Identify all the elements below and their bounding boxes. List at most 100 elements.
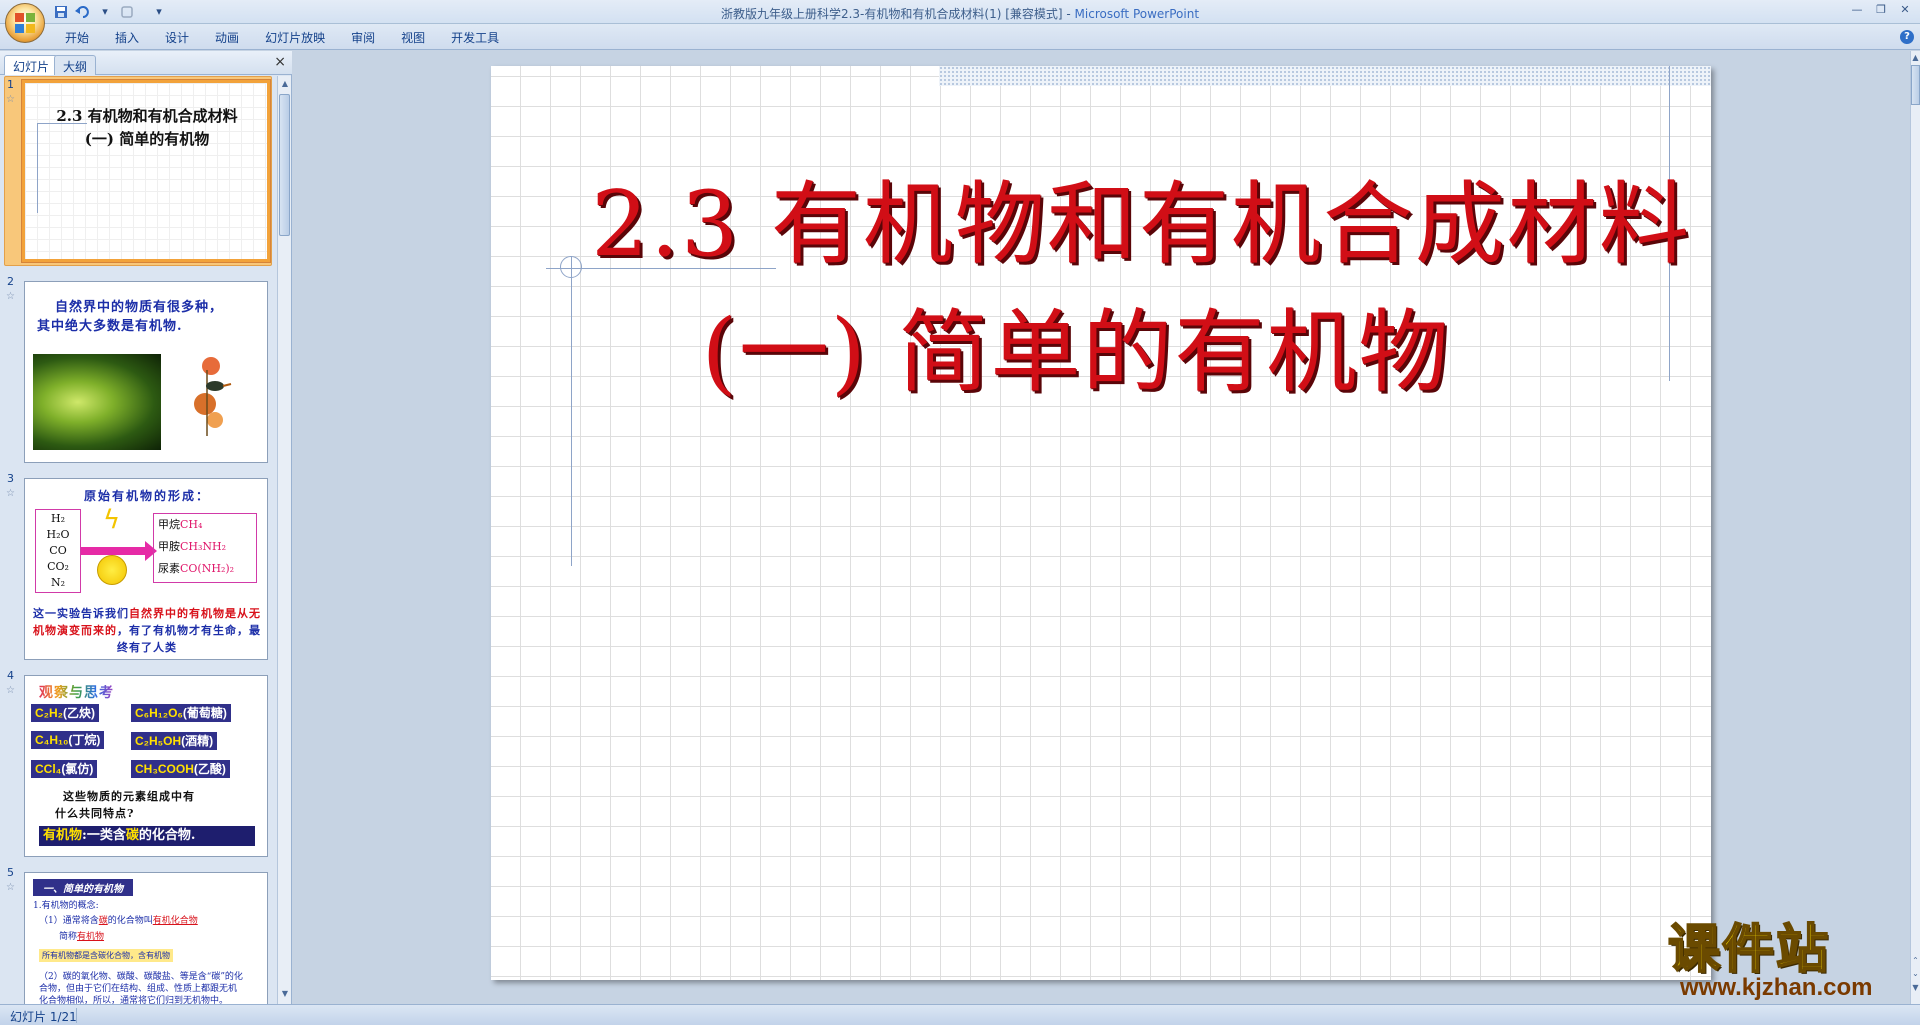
scroll-thumb[interactable] <box>1911 65 1920 105</box>
definition-bar: 有机物:一类含碳的化合物. <box>39 826 255 846</box>
thumbnail-question: 这些物质的元素组成中有 什么共同特点? <box>55 788 255 822</box>
slide-number: 4 <box>7 669 14 682</box>
title-separator: - <box>1062 7 1075 21</box>
status-divider <box>76 1008 77 1023</box>
restore-icon[interactable]: ❐ <box>1870 1 1892 17</box>
window-title: 浙教版九年级上册科学2.3-有机物和有机合成材料(1) [兼容模式] - Mic… <box>0 5 1920 22</box>
line-part: （1）通常将含 <box>39 916 99 926</box>
formula-chip: CH₃COOH(乙酸) <box>131 760 230 778</box>
thumbnail-scrollbar[interactable]: ▲ ▼ <box>277 76 291 1004</box>
chip-formula: CCl₄ <box>35 762 62 776</box>
slide-number: 2 <box>7 275 14 288</box>
scroll-thumb[interactable] <box>279 94 290 236</box>
slide-number: 3 <box>7 472 14 485</box>
formula-chip: C₂H₂(乙炔) <box>31 704 99 722</box>
pane-tabs: 幻灯片 大纲 × <box>0 51 292 75</box>
scroll-down-icon[interactable]: ▼ <box>280 989 290 999</box>
formula-chip: C₆H₁₂O₆(葡萄糖) <box>131 704 231 722</box>
next-slide-icon[interactable]: ⌄ <box>1911 969 1920 978</box>
office-button[interactable] <box>5 3 45 43</box>
scroll-down-icon[interactable]: ▼ <box>1911 983 1920 992</box>
line-part: 简称 <box>59 932 78 942</box>
slide-thumbnail-1[interactable]: 2.3 有机物和有机合成材料 (一) 简单的有机物 <box>22 80 270 262</box>
product-row: 甲烷CH₄ <box>158 514 256 536</box>
minimize-icon[interactable]: — <box>1846 1 1868 17</box>
line-part: 的化合物叫 <box>107 916 153 926</box>
tab-home[interactable]: 开始 <box>52 30 102 48</box>
product-formula: CH₄ <box>180 518 203 531</box>
line-part: 有机化合物 <box>152 916 198 926</box>
slide-number: 1 <box>7 78 14 91</box>
slides-pane: 幻灯片 大纲 × 1 ☆ 2.3 有机物和有机合成材料 (一) 简单的有机物 2… <box>0 51 292 1004</box>
app-name: Microsoft PowerPoint <box>1074 7 1200 21</box>
chip-name: (乙酸) <box>193 762 226 776</box>
scroll-up-icon[interactable]: ▲ <box>280 79 290 89</box>
tab-slide-show[interactable]: 幻灯片放映 <box>252 30 338 48</box>
thumbnail-text-line1: 自然界中的物质有很多种， <box>55 300 224 315</box>
chip-name: (葡萄糖) <box>182 706 227 720</box>
tab-design[interactable]: 设计 <box>152 30 202 48</box>
document-title: 浙教版九年级上册科学2.3-有机物和有机合成材料(1) [兼容模式] <box>720 7 1063 21</box>
thumbnail-line: （1）通常将含碳的化合物叫有机化合物 <box>39 913 198 926</box>
tab-outline[interactable]: 大纲 <box>54 55 97 75</box>
thumbnail-title: 观察与思考 <box>39 682 114 702</box>
ribbon: 开始 插入 设计 动画 幻灯片放映 审阅 视图 开发工具 ? <box>0 24 1920 50</box>
slide-thumbnail-4[interactable]: 观察与思考 C₂H₂(乙炔) C₆H₁₂O₆(葡萄糖) C₄H₁₀(丁烷) C₂… <box>24 675 268 857</box>
chip-formula: C₂H₂ <box>35 706 63 720</box>
product-name: 甲烷 <box>158 518 180 531</box>
transition-star-icon: ☆ <box>6 685 15 696</box>
product-formula: CH₃NH₂ <box>180 540 227 553</box>
thumbnail-text: 自然界中的物质有很多种， 其中绝大多数是有机物. <box>37 298 257 336</box>
decorative-circle <box>560 256 582 278</box>
previous-slide-icon[interactable]: ⌃ <box>1911 956 1920 965</box>
tab-slides[interactable]: 幻灯片 <box>4 55 59 75</box>
slide-thumbnail-3[interactable]: 原始有机物的形成： H₂ H₂O CO CO₂ N₂ ϟ 甲烷CH₄ 甲胺CH₃… <box>24 478 268 660</box>
product-row: 甲胺CH₃NH₂ <box>158 536 256 558</box>
chip-name: (酒精) <box>181 734 214 748</box>
formula-chip: C₂H₅OH(酒精) <box>131 732 218 750</box>
watermark-logo: 课件站 <box>1667 920 1831 980</box>
thumbnail-heading: 一、简单的有机物 <box>33 879 133 896</box>
slide-scrollbar[interactable]: ▲ ⌃ ⌄ ▼ <box>1910 51 1920 1004</box>
transition-star-icon: ☆ <box>6 94 15 105</box>
decorative-line <box>571 256 572 566</box>
slide-thumbnail-5[interactable]: 一、简单的有机物 1.有机物的概念: （1）通常将含碳的化合物叫有机化合物 简称… <box>24 872 268 1004</box>
tab-developer[interactable]: 开发工具 <box>438 30 512 48</box>
chip-formula: C₆H₁₂O₆ <box>135 706 183 720</box>
definition-part: 的化合物. <box>138 828 196 843</box>
question-line2: 什么共同特点? <box>55 807 135 820</box>
slide-thumbnail-2[interactable]: 自然界中的物质有很多种， 其中绝大多数是有机物. <box>24 281 268 463</box>
line-part: 有机物 <box>77 932 105 942</box>
thumbnail-line: 1.有机物的概念: <box>33 901 99 911</box>
chip-name: (氯仿) <box>61 762 94 776</box>
reactant: H₂O <box>46 528 70 541</box>
scroll-up-icon[interactable]: ▲ <box>1911 53 1920 62</box>
tab-view[interactable]: 视图 <box>388 30 438 48</box>
close-window-icon[interactable]: ✕ <box>1894 1 1916 17</box>
product-formula: CO(NH₂)₂ <box>180 562 235 575</box>
close-pane-icon[interactable]: × <box>274 54 286 70</box>
tab-insert[interactable]: 插入 <box>102 30 152 48</box>
tab-review[interactable]: 审阅 <box>338 30 388 48</box>
thumbnail-line: 化合物相似，所以，通常将它们归到无机物中。 <box>39 996 229 1004</box>
window-controls: — ❐ ✕ <box>1846 1 1916 17</box>
question-line1: 这些物质的元素组成中有 <box>63 790 195 803</box>
current-slide[interactable]: 2.3 有机物和有机合成材料 (一) 简单的有机物 <box>491 66 1711 980</box>
definition-part: 有机物 <box>43 828 83 843</box>
slide-title[interactable]: 2.3 有机物和有机合成材料 (一) 简单的有机物 <box>591 161 1691 417</box>
reactant: CO₂ <box>47 560 69 573</box>
watermark-url: www.kjzhan.com <box>1680 974 1873 1001</box>
line-part: 碳 <box>98 916 108 926</box>
chip-name: (丁烷) <box>68 733 101 747</box>
chip-formula: C₄H₁₀ <box>35 733 69 747</box>
help-icon[interactable]: ? <box>1900 30 1914 44</box>
thumbnail-title: 原始有机物的形成： <box>83 489 210 503</box>
reactant: CO <box>49 544 67 557</box>
caption-part: 这一实验告诉我们 <box>33 607 129 620</box>
status-bar: 幻灯片 1/21 <box>0 1004 1920 1025</box>
transition-star-icon: ☆ <box>6 291 15 302</box>
reactants-box: H₂ H₂O CO CO₂ N₂ <box>35 509 81 593</box>
product-name: 甲胺 <box>158 540 180 553</box>
transition-star-icon: ☆ <box>6 882 15 893</box>
tab-animations[interactable]: 动画 <box>202 30 252 48</box>
